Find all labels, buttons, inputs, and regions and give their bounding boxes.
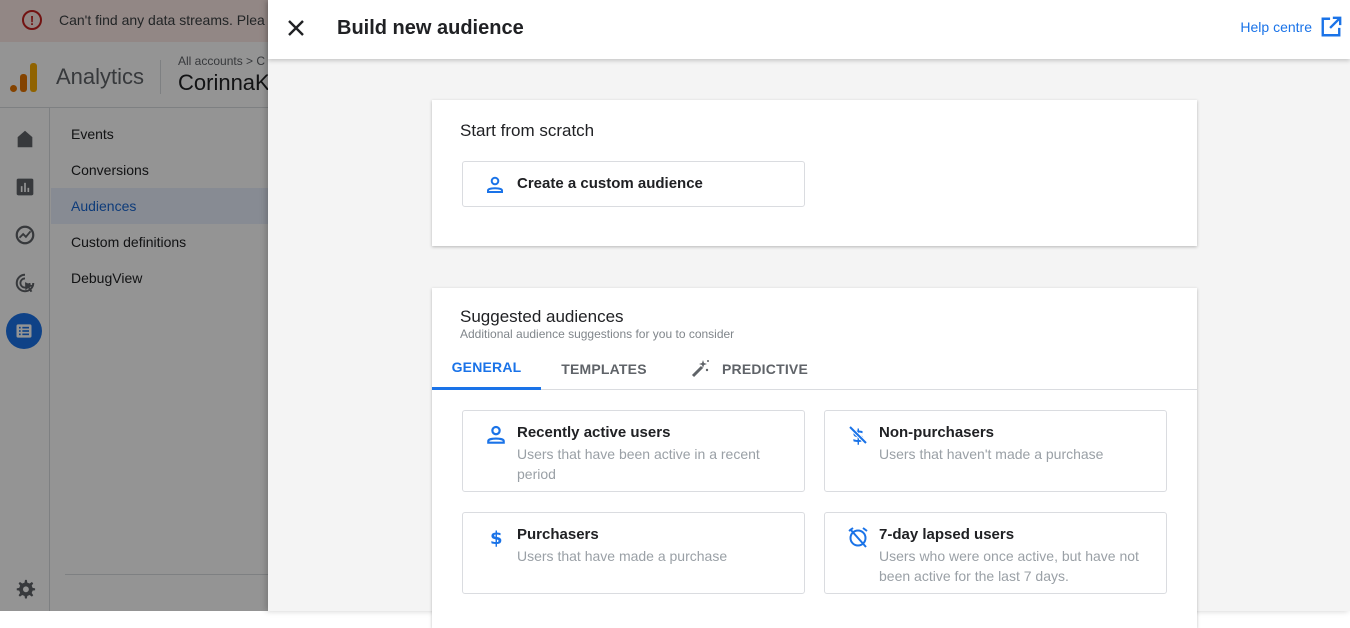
option-title: 7-day lapsed users (879, 526, 1014, 543)
alarm-off-icon (847, 526, 869, 548)
open-in-new-icon (1320, 16, 1342, 38)
audience-option-purchasers[interactable]: $ Purchasers Users that have made a purc… (462, 512, 805, 594)
option-description: Users that have made a purchase (517, 546, 787, 566)
panel-header: Build new audience Help centre (268, 0, 1350, 59)
tab-label: TEMPLATES (561, 361, 647, 377)
start-from-scratch-card: Start from scratch Create a custom audie… (432, 100, 1197, 246)
card-title: Start from scratch (460, 121, 594, 141)
close-button[interactable] (282, 14, 310, 42)
option-title: Recently active users (517, 424, 670, 441)
person-icon (485, 424, 507, 446)
help-centre-label: Help centre (1240, 19, 1312, 35)
close-icon (287, 19, 305, 37)
audience-option-non-purchasers[interactable]: $ Non-purchasers Users that haven't made… (824, 410, 1167, 492)
svg-text:$: $ (490, 528, 503, 548)
build-audience-panel: Build new audience Help centre Start fro… (268, 0, 1350, 611)
audience-tabs: GENERAL TEMPLATES PREDICTIVE (432, 347, 1197, 390)
option-description: Users who were once active, but have not… (879, 546, 1149, 586)
tab-label: PREDICTIVE (722, 361, 808, 377)
tab-general[interactable]: GENERAL (432, 347, 541, 390)
tab-templates[interactable]: TEMPLATES (541, 347, 667, 390)
option-title: Purchasers (517, 526, 599, 543)
option-description: Users that have been active in a recent … (517, 444, 787, 484)
create-custom-audience-label: Create a custom audience (517, 175, 703, 192)
magic-wand-icon (690, 359, 710, 379)
option-description: Users that haven't made a purchase (879, 444, 1149, 464)
tab-label: GENERAL (452, 359, 522, 375)
tab-predictive[interactable]: PREDICTIVE (684, 347, 814, 390)
create-custom-audience-button[interactable]: Create a custom audience (462, 161, 805, 207)
panel-title: Build new audience (337, 17, 524, 40)
suggested-audiences-card: Suggested audiences Additional audience … (432, 288, 1197, 628)
help-centre-link[interactable]: Help centre (1240, 16, 1342, 38)
audience-option-7-day-lapsed[interactable]: 7-day lapsed users Users who were once a… (824, 512, 1167, 594)
dollar-icon: $ (485, 526, 507, 548)
option-title: Non-purchasers (879, 424, 994, 441)
card-title: Suggested audiences (460, 307, 624, 327)
audience-option-recently-active[interactable]: Recently active users Users that have be… (462, 410, 805, 492)
person-icon (485, 175, 505, 195)
card-subtitle: Additional audience suggestions for you … (460, 327, 734, 341)
money-off-icon: $ (847, 424, 869, 446)
